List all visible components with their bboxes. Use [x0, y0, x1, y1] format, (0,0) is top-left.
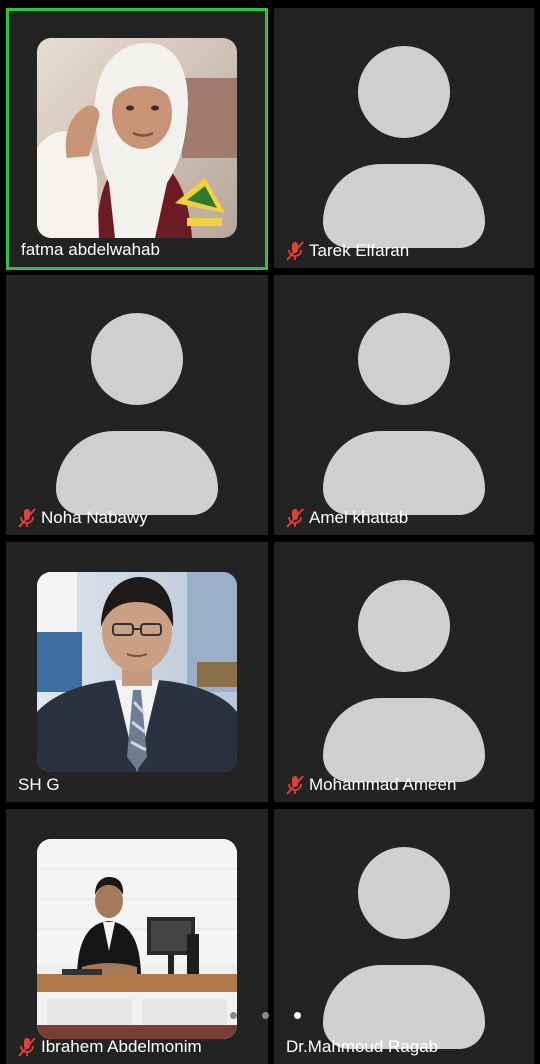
- participant-name: Dr.Mahmoud Ragab: [286, 1037, 439, 1056]
- participant-tile-sh-g[interactable]: SH G: [6, 542, 268, 802]
- participant-name: Ibrahem Abdelmonim: [41, 1037, 202, 1056]
- participant-photo: [37, 839, 237, 1039]
- page-indicator[interactable]: [230, 1012, 301, 1019]
- participant-name: Amel khattab: [309, 508, 409, 527]
- participant-tile-tarek-elfaran[interactable]: Tarek Elfaran: [274, 8, 534, 268]
- participant-name-row: Mohammad Ameen: [286, 774, 456, 796]
- participant-name-row: Dr.Mahmoud Ragab: [286, 1036, 438, 1058]
- mic-muted-icon: [18, 1037, 36, 1057]
- participant-tile-amel-khattab[interactable]: Amel khattab: [274, 275, 534, 535]
- participant-tile-dr-mahmoud-ragab[interactable]: Dr.Mahmoud Ragab: [274, 809, 534, 1064]
- participant-name: SH G: [18, 775, 60, 794]
- participant-name-row: SH G: [18, 774, 60, 796]
- participant-photo: [37, 572, 237, 772]
- participant-grid: fatma abdelwahab Tarek Elfaran Noha Naba…: [0, 0, 540, 1064]
- mic-muted-icon: [18, 508, 36, 528]
- participant-name-row: Ibrahem Abdelmonim: [18, 1036, 202, 1058]
- page-dot-1[interactable]: [230, 1012, 237, 1019]
- participant-name: Noha Nabawy: [41, 508, 148, 527]
- participant-name: fatma abdelwahab: [21, 240, 160, 259]
- participant-name-row: Amel khattab: [286, 507, 408, 529]
- page-dot-2[interactable]: [262, 1012, 269, 1019]
- participant-name: Tarek Elfaran: [309, 241, 410, 260]
- mic-muted-icon: [286, 775, 304, 795]
- default-avatar-icon: [323, 313, 485, 523]
- participant-tile-ibrahem-abdelmonim[interactable]: Ibrahem Abdelmonim: [6, 809, 268, 1064]
- participant-name-row: fatma abdelwahab: [21, 239, 160, 261]
- default-avatar-icon: [323, 847, 485, 1057]
- mic-muted-icon: [286, 508, 304, 528]
- participant-tile-fatma-abdelwahab[interactable]: fatma abdelwahab: [6, 8, 268, 270]
- default-avatar-icon: [323, 580, 485, 790]
- participant-tile-noha-nabawy[interactable]: Noha Nabawy: [6, 275, 268, 535]
- participant-name: Mohammad Ameen: [309, 775, 457, 794]
- participant-photo: [37, 38, 237, 238]
- participant-name-row: Noha Nabawy: [18, 507, 148, 529]
- participant-name-row: Tarek Elfaran: [286, 240, 409, 262]
- page-dot-3-current[interactable]: [294, 1012, 301, 1019]
- mic-muted-icon: [286, 241, 304, 261]
- default-avatar-icon: [56, 313, 218, 523]
- participant-tile-mohammad-ameen[interactable]: Mohammad Ameen: [274, 542, 534, 802]
- default-avatar-icon: [323, 46, 485, 256]
